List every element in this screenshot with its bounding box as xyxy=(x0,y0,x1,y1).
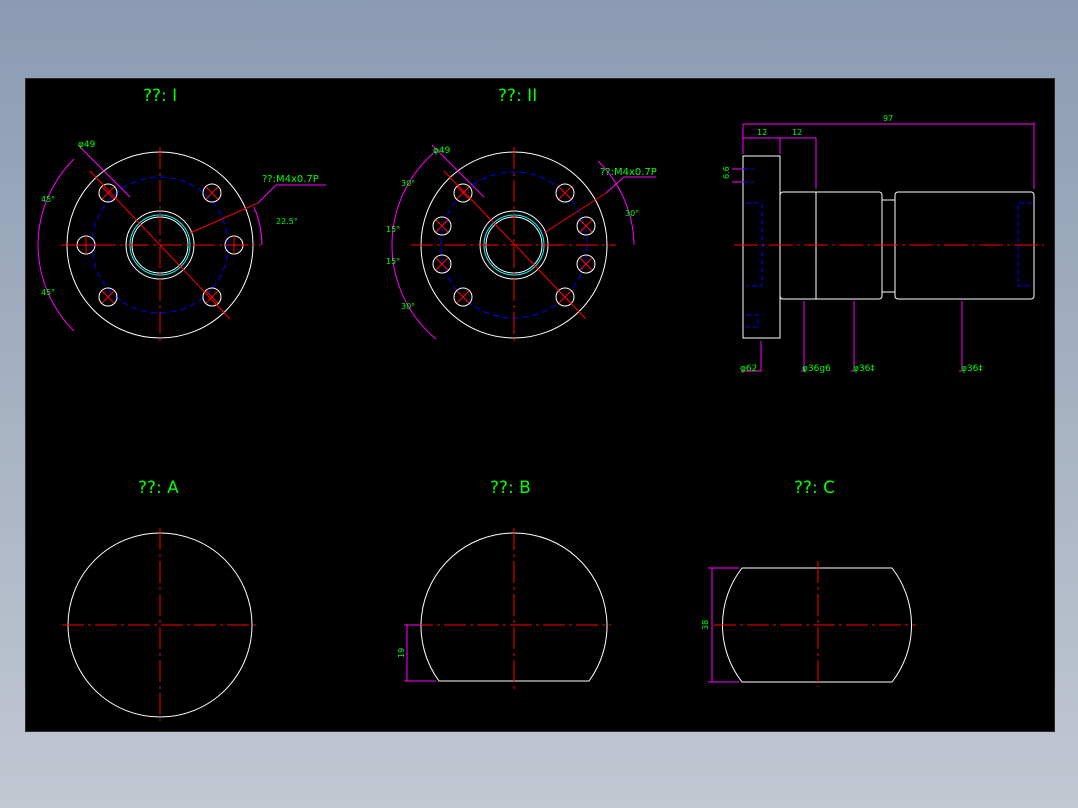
view-b: ??: B 19 xyxy=(397,478,611,689)
side-hidden-lines xyxy=(743,168,1032,328)
side-view: 97 12 12 6.6 φ62 φ36g6 φ36‡ φ36‡ xyxy=(722,114,1044,374)
dim-thick: 6.6 xyxy=(722,166,731,179)
dia-36-b: φ36‡ xyxy=(961,364,983,374)
angle-label-4: 30° xyxy=(401,302,415,311)
dim-flange: 12 xyxy=(757,128,767,137)
angle-label-1: 30° xyxy=(401,179,415,188)
view-a: ??: A xyxy=(62,478,258,721)
thread-label: ??:M4x0.7P xyxy=(600,167,657,178)
angle-label-3: 15° xyxy=(386,257,400,266)
dia-label: φ49 xyxy=(433,146,451,156)
view-c: ??: C 38 xyxy=(701,478,916,687)
center-lines xyxy=(714,561,916,687)
angle-top-label: 45° xyxy=(41,195,55,204)
view-i-title: ??: I xyxy=(143,86,177,106)
drawing-viewport[interactable]: ??: I φ49 ??:M4x0.7P 45° 45° 22.5° ??: I… xyxy=(25,78,1055,732)
center-lines xyxy=(411,147,616,341)
dia-36g6: φ36g6 xyxy=(802,364,831,374)
dia-label: φ49 xyxy=(78,140,96,150)
angle-right-label: 22.5° xyxy=(276,217,298,226)
thread-label: ??:M4x0.7P xyxy=(262,174,319,185)
view-ii-title: ??: II xyxy=(498,86,537,106)
dia-36-a: φ36‡ xyxy=(853,364,875,374)
dim-19: 19 xyxy=(397,648,406,658)
dimension-lines xyxy=(404,624,436,682)
dim-38: 38 xyxy=(701,620,710,630)
view-ii: ??: II φ49 ??:M4x0.7P 30° 15° 15° 30° 30… xyxy=(386,86,657,341)
dimension-lines xyxy=(37,144,326,332)
center-lines xyxy=(61,147,261,341)
view-i: ??: I φ49 ??:M4x0.7P 45° 45° 22.5° xyxy=(37,86,326,341)
side-outline xyxy=(742,155,1035,339)
dim-total: 97 xyxy=(883,114,893,123)
angle-label-2: 15° xyxy=(386,225,400,234)
center-lines xyxy=(411,528,611,689)
view-c-title: ??: C xyxy=(794,478,835,498)
center-lines xyxy=(62,528,258,721)
view-b-title: ??: B xyxy=(490,478,531,498)
cad-drawing: ??: I φ49 ??:M4x0.7P 45° 45° 22.5° ??: I… xyxy=(37,86,1044,721)
angle-right-label: 30° xyxy=(625,209,639,218)
angle-bottom-label: 45° xyxy=(41,288,55,297)
view-a-title: ??: A xyxy=(138,478,179,498)
dia-62: φ62 xyxy=(740,364,757,374)
side-dimension-lines xyxy=(732,122,1035,372)
dim-step: 12 xyxy=(792,128,802,137)
